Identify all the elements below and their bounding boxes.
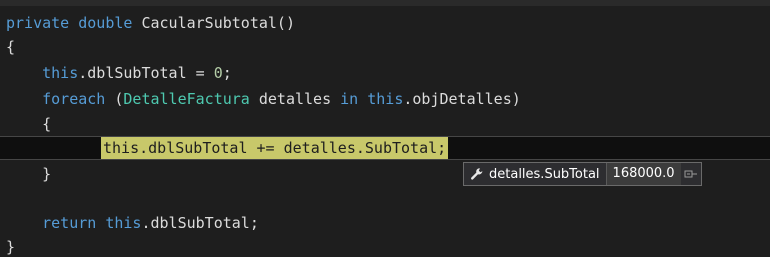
- open-brace: {: [6, 38, 16, 56]
- close-brace: }: [42, 165, 52, 183]
- code-line-4: foreach (DetalleFactura detalles in this…: [6, 88, 521, 110]
- code-editor[interactable]: private double CacularSubtotal() { this.…: [0, 0, 770, 257]
- code-line-1: private double CacularSubtotal(): [6, 12, 295, 34]
- current-statement[interactable]: this.dblSubTotal += detalles.SubTotal;: [101, 137, 449, 159]
- return-expr: .dblSubTotal;: [141, 214, 259, 232]
- keyword-private: private: [6, 14, 70, 32]
- collection-expr: .objDetalles): [403, 90, 521, 108]
- open-brace: {: [42, 115, 52, 133]
- editor-top-strip: [0, 0, 770, 6]
- pin-icon[interactable]: [681, 163, 701, 185]
- datatip-expression: detalles.SubTotal: [489, 166, 600, 182]
- assignment-text: .dblSubTotal =: [78, 64, 214, 82]
- keyword-return: return: [42, 214, 97, 232]
- keyword-foreach: foreach: [42, 90, 106, 108]
- number-literal: 0: [213, 64, 223, 82]
- code-line-2: {: [6, 36, 15, 58]
- keyword-in: in: [340, 90, 359, 108]
- keyword-this: this: [367, 90, 404, 108]
- debug-datatip[interactable]: detalles.SubTotal 168000.0: [463, 162, 702, 186]
- close-brace: }: [6, 238, 16, 256]
- code-line-5: {: [6, 113, 51, 135]
- wrench-icon: [467, 163, 487, 185]
- code-line-3: this.dblSubTotal = 0;: [6, 62, 232, 84]
- paren-open: (: [105, 90, 124, 108]
- method-signature: CacularSubtotal(): [141, 14, 295, 32]
- code-line-8: return this.dblSubTotal;: [6, 212, 259, 234]
- code-line-9: }: [6, 236, 15, 257]
- type-name: DetalleFactura: [123, 90, 250, 108]
- keyword-this: this: [105, 214, 142, 232]
- datatip-value[interactable]: 168000.0: [605, 163, 681, 185]
- semicolon: ;: [222, 64, 232, 82]
- keyword-double: double: [78, 14, 133, 32]
- keyword-this: this: [42, 64, 79, 82]
- code-line-7: }: [6, 163, 51, 185]
- loop-variable: detalles: [249, 90, 341, 108]
